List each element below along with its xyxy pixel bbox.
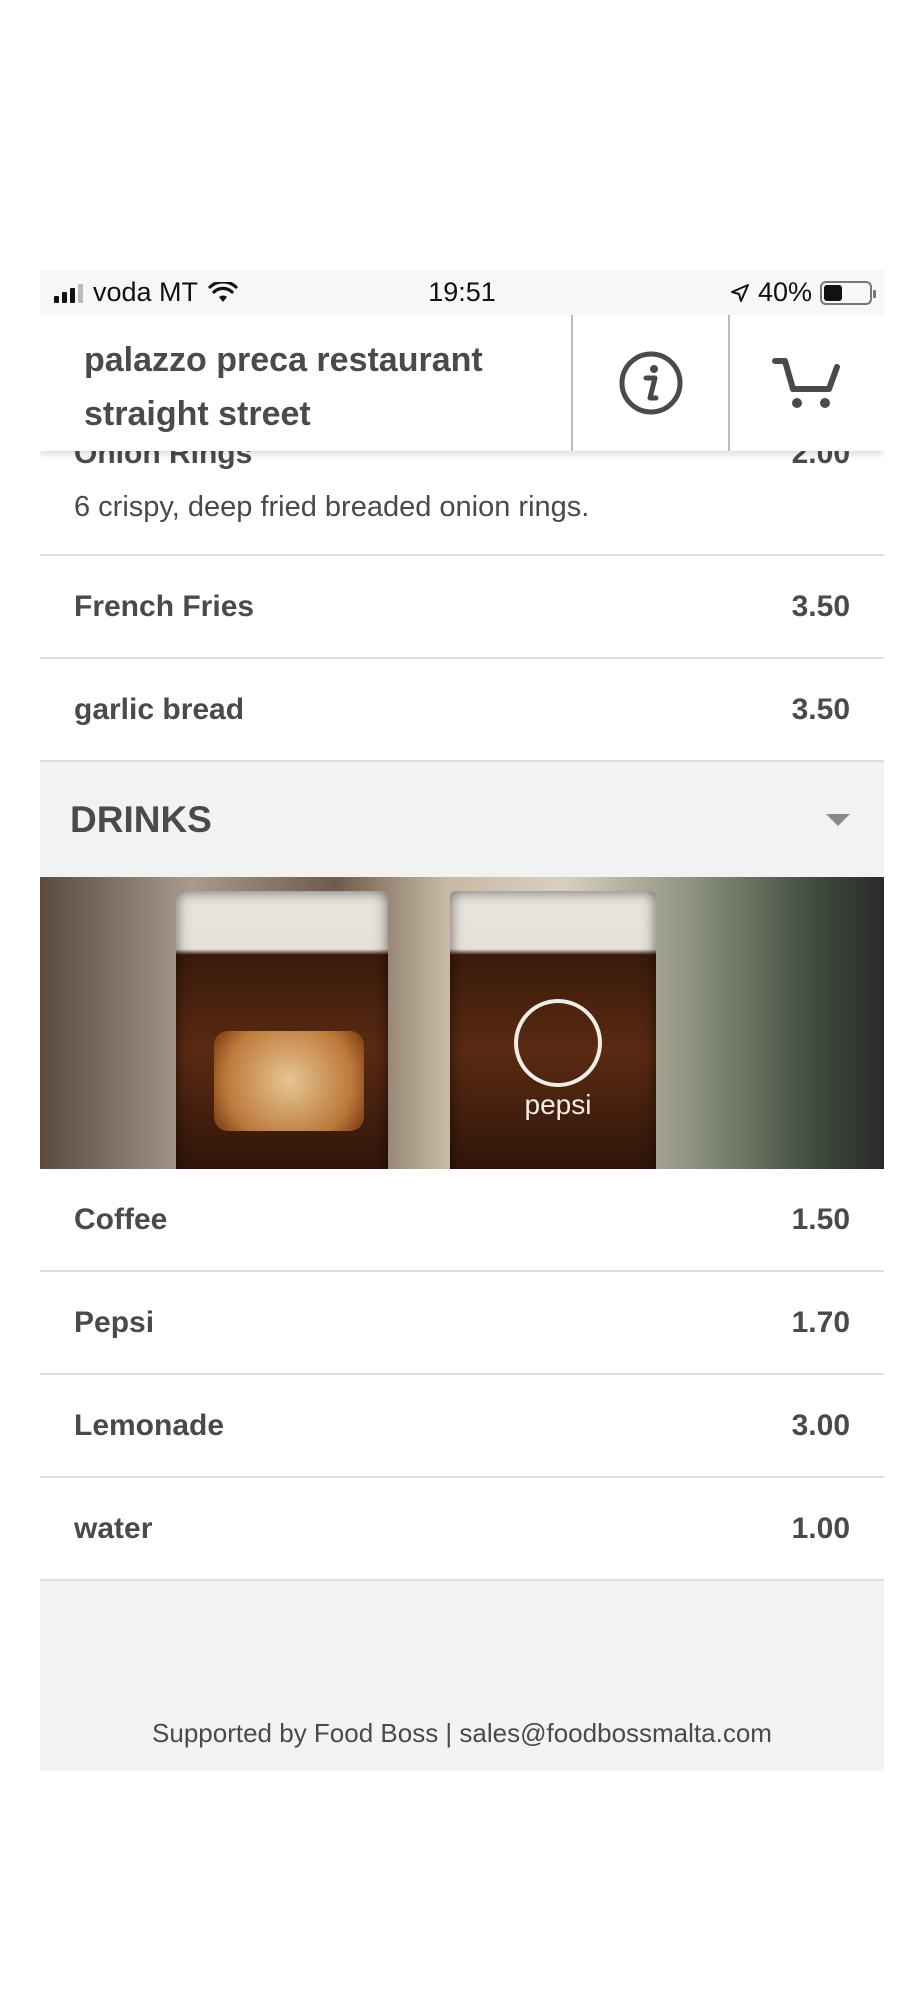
ice-cube xyxy=(214,1031,364,1131)
item-price: 1.00 xyxy=(791,1511,850,1545)
item-price: 1.70 xyxy=(791,1305,850,1339)
status-right: 40% xyxy=(730,270,876,315)
item-price: 3.50 xyxy=(791,692,850,726)
menu-item[interactable]: Pepsi 1.70 xyxy=(40,1272,884,1375)
pepsi-logo-text: pepsi xyxy=(524,1089,592,1120)
footer-text[interactable]: Supported by Food Boss | sales@foodbossm… xyxy=(152,1718,772,1749)
app-frame: voda MT 19:51 40% palazzo preca restaura… xyxy=(40,270,884,1772)
item-price: 1.50 xyxy=(791,1202,850,1236)
cart-icon xyxy=(772,358,840,408)
status-bar: voda MT 19:51 40% xyxy=(40,270,884,315)
restaurant-title: palazzo preca restaurant straight street xyxy=(84,341,483,433)
drinks-section-header[interactable]: DRINKS xyxy=(40,762,884,877)
item-name: water xyxy=(74,1511,153,1545)
glass-left xyxy=(176,891,388,1169)
battery-fill xyxy=(824,284,842,301)
battery-icon xyxy=(820,280,876,305)
pepsi-logo xyxy=(514,999,602,1087)
menu-item[interactable]: Onion Rings 2.00 6 crispy, deep fried br… xyxy=(40,437,884,556)
item-description: 6 crispy, deep fried breaded onion rings… xyxy=(74,491,590,523)
item-name: Coffee xyxy=(74,1202,168,1236)
location-arrow-icon xyxy=(730,283,749,302)
item-price: 3.50 xyxy=(791,589,850,623)
restaurant-header: palazzo preca restaurant straight street xyxy=(40,315,884,451)
item-name: garlic bread xyxy=(74,692,245,726)
info-icon xyxy=(619,351,682,415)
cart-button[interactable] xyxy=(728,315,884,451)
item-name: Lemonade xyxy=(74,1408,225,1442)
glass-right: pepsi xyxy=(450,891,656,1169)
battery-percent: 40% xyxy=(757,277,812,307)
menu-item[interactable]: water 1.00 xyxy=(40,1478,884,1581)
footer: Supported by Food Boss | sales@foodbossm… xyxy=(40,1581,884,1771)
menu-item[interactable]: garlic bread 3.50 xyxy=(40,659,884,762)
menu-item[interactable]: French Fries 3.50 xyxy=(40,556,884,659)
info-button[interactable] xyxy=(571,315,728,451)
section-title: DRINKS xyxy=(70,798,212,840)
caret-down-icon xyxy=(826,813,850,826)
menu-content: Onion Rings 2.00 6 crispy, deep fried br… xyxy=(40,437,884,1771)
drinks-banner-image: pepsi xyxy=(40,877,884,1169)
item-name: French Fries xyxy=(74,589,255,623)
item-price: 3.00 xyxy=(791,1408,850,1442)
menu-item[interactable]: Lemonade 3.00 xyxy=(40,1375,884,1478)
menu-item[interactable]: Coffee 1.50 xyxy=(40,1169,884,1272)
item-name: Pepsi xyxy=(74,1305,155,1339)
